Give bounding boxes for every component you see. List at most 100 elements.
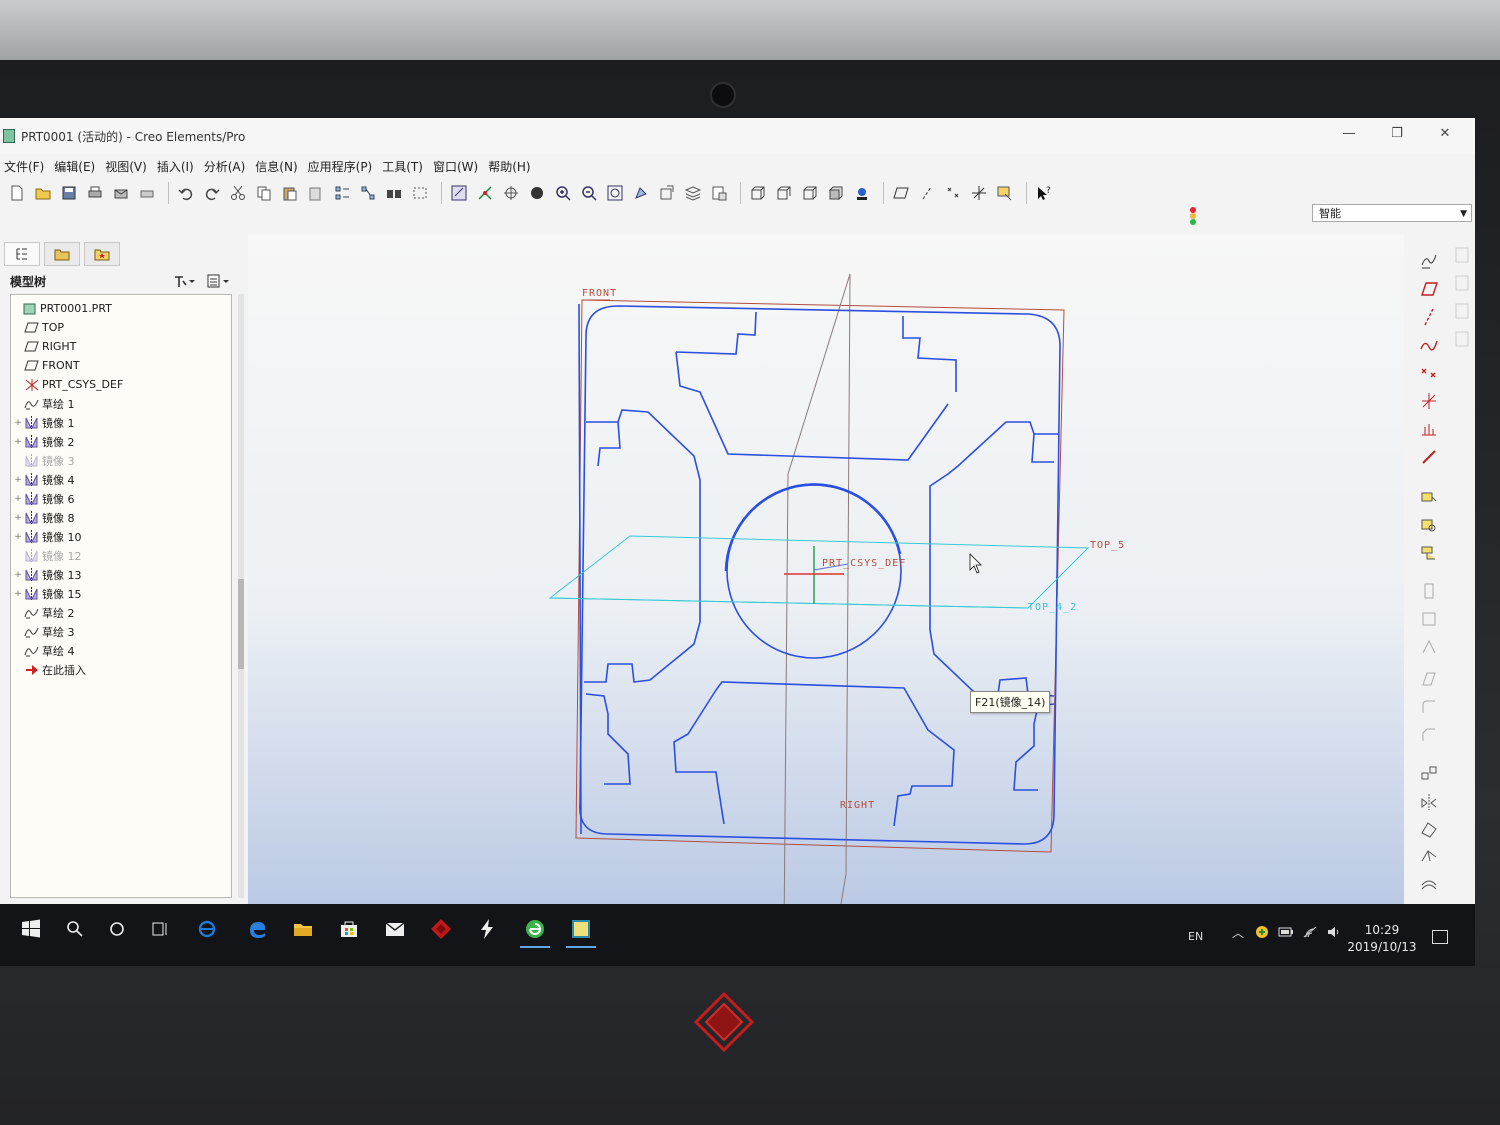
datum-point-tool-icon[interactable] bbox=[1418, 362, 1440, 384]
regen-manager-icon[interactable] bbox=[357, 183, 378, 203]
tree-item[interactable]: + 镜像 8 bbox=[14, 508, 75, 527]
datum-plane-front[interactable] bbox=[575, 299, 1065, 853]
extrude-icon[interactable] bbox=[1418, 486, 1440, 508]
tree-item[interactable]: 草绘 3 bbox=[24, 622, 75, 641]
tree-item[interactable]: + 镜像 1 bbox=[14, 413, 75, 432]
tree-item[interactable]: 草绘 1 bbox=[24, 394, 75, 413]
saved-views-icon[interactable] bbox=[656, 183, 677, 203]
expand-toggle-icon[interactable]: + bbox=[13, 513, 23, 523]
store-icon[interactable] bbox=[332, 914, 366, 944]
datum-plane-toggle-icon[interactable] bbox=[890, 183, 911, 203]
repaint-icon[interactable] bbox=[448, 183, 469, 203]
layers-icon[interactable] bbox=[682, 183, 703, 203]
search-icon[interactable] bbox=[58, 914, 92, 944]
input-language-indicator[interactable]: EN bbox=[1188, 930, 1203, 943]
restore-button[interactable]: ❐ bbox=[1373, 118, 1421, 148]
menu-tools[interactable]: 工具(T) bbox=[378, 154, 429, 176]
tab-favorites[interactable] bbox=[84, 242, 120, 266]
tab-folder-browser[interactable] bbox=[44, 242, 80, 266]
mail-icon[interactable] bbox=[378, 914, 412, 944]
tree-item[interactable]: + 镜像 4 bbox=[14, 470, 75, 489]
undo-icon[interactable] bbox=[175, 183, 196, 203]
save-icon[interactable] bbox=[58, 183, 79, 203]
expand-toggle-icon[interactable]: + bbox=[13, 589, 23, 599]
copy-icon[interactable] bbox=[253, 183, 274, 203]
csys-axes[interactable] bbox=[784, 546, 849, 604]
windows-start-icon[interactable] bbox=[14, 914, 48, 944]
no-hidden-icon[interactable] bbox=[799, 183, 820, 203]
spin-center-icon[interactable] bbox=[500, 183, 521, 203]
send-icon[interactable] bbox=[110, 183, 131, 203]
cut-icon[interactable] bbox=[227, 183, 248, 203]
task-view-icon[interactable] bbox=[144, 914, 178, 944]
tree-item[interactable]: TOP bbox=[23, 318, 64, 337]
datum-plane-tool-icon[interactable] bbox=[1418, 278, 1440, 300]
datum-axis-tool-icon[interactable] bbox=[1418, 306, 1440, 328]
close-button[interactable]: ✕ bbox=[1421, 118, 1469, 148]
edge-icon[interactable] bbox=[240, 914, 274, 944]
regenerate-icon[interactable] bbox=[331, 183, 352, 203]
csys-tool-icon[interactable] bbox=[1418, 390, 1440, 412]
zoom-out-icon[interactable] bbox=[578, 183, 599, 203]
tree-item[interactable]: 草绘 2 bbox=[24, 603, 75, 622]
expand-toggle-icon[interactable]: + bbox=[13, 418, 23, 428]
tree-item[interactable]: + 镜像 2 bbox=[14, 432, 75, 451]
sweep-icon[interactable] bbox=[1418, 542, 1440, 564]
expand-toggle-icon[interactable]: + bbox=[13, 532, 23, 542]
orient-icon[interactable] bbox=[474, 183, 495, 203]
reorient-icon[interactable] bbox=[630, 183, 651, 203]
menu-insert[interactable]: 插入(I) bbox=[153, 154, 200, 176]
tree-item[interactable]: PRT0001.PRT bbox=[11, 299, 112, 318]
scrollbar-thumb[interactable] bbox=[238, 579, 244, 669]
csys-toggle-icon[interactable] bbox=[968, 183, 989, 203]
tree-item[interactable]: + 镜像 15 bbox=[14, 584, 82, 603]
analysis-tool-icon[interactable] bbox=[1418, 418, 1440, 440]
tree-item[interactable]: PRT_CSYS_DEF bbox=[25, 375, 123, 394]
menu-file[interactable]: 文件(F) bbox=[0, 154, 50, 176]
menu-window[interactable]: 窗口(W) bbox=[429, 154, 484, 176]
menu-view[interactable]: 视图(V) bbox=[101, 154, 153, 176]
ie-icon[interactable] bbox=[190, 914, 224, 944]
datum-plane-right[interactable] bbox=[783, 273, 851, 914]
tree-item[interactable]: FRONT bbox=[23, 356, 80, 375]
tree-item[interactable]: 在此插入 bbox=[25, 660, 86, 679]
taskbar-clock[interactable]: 10:29 2019/10/13 bbox=[1340, 922, 1424, 956]
view-manager-icon[interactable] bbox=[708, 183, 729, 203]
tree-item[interactable]: + 镜像 6 bbox=[14, 489, 75, 508]
cortana-icon[interactable] bbox=[100, 914, 134, 944]
tree-item[interactable]: 草绘 4 bbox=[24, 641, 75, 660]
bolt-app-icon[interactable] bbox=[470, 914, 504, 944]
security-icon[interactable] bbox=[1254, 924, 1270, 940]
model-tree-scrollbar[interactable] bbox=[238, 294, 244, 898]
datum-axis-toggle-icon[interactable] bbox=[916, 183, 937, 203]
round-icon[interactable] bbox=[1418, 696, 1440, 718]
new-icon[interactable] bbox=[6, 183, 27, 203]
redo-icon[interactable] bbox=[201, 183, 222, 203]
annotation-toggle-icon[interactable] bbox=[994, 183, 1015, 203]
zoom-in-icon[interactable] bbox=[552, 183, 573, 203]
revolve-icon[interactable] bbox=[1418, 514, 1440, 536]
ref-tool-icon[interactable] bbox=[1418, 446, 1440, 468]
offset-icon[interactable] bbox=[1418, 874, 1440, 896]
tree-item[interactable]: + 镜像 13 bbox=[14, 565, 82, 584]
find-icon[interactable] bbox=[383, 183, 404, 203]
wireframe-icon[interactable] bbox=[747, 183, 768, 203]
shading-icon[interactable] bbox=[825, 183, 846, 203]
minimize-button[interactable]: — bbox=[1325, 118, 1373, 148]
expand-toggle-icon[interactable]: + bbox=[13, 494, 23, 504]
print2-icon[interactable] bbox=[136, 183, 157, 203]
datum-curve-tool-icon[interactable] bbox=[1418, 334, 1440, 356]
menu-applications[interactable]: 应用程序(P) bbox=[304, 154, 379, 176]
rib-icon[interactable] bbox=[1418, 636, 1440, 658]
paste-special-icon[interactable] bbox=[305, 183, 326, 203]
shade-icon[interactable] bbox=[526, 183, 547, 203]
menu-help[interactable]: 帮助(H) bbox=[484, 154, 536, 176]
graphics-window[interactable]: FRONT RIGHT PRT_CSYS_DEF TOP_5 TOP_4_2 F… bbox=[248, 234, 1404, 914]
browser-360-icon[interactable] bbox=[518, 914, 552, 948]
action-center-icon[interactable] bbox=[1432, 930, 1448, 944]
tree-settings-icon[interactable] bbox=[172, 273, 196, 289]
wifi-icon[interactable] bbox=[1302, 924, 1318, 940]
datum-plane-top-5[interactable] bbox=[548, 535, 1090, 609]
tree-item[interactable]: + 镜像 10 bbox=[14, 527, 82, 546]
merge-icon[interactable] bbox=[1418, 818, 1440, 840]
